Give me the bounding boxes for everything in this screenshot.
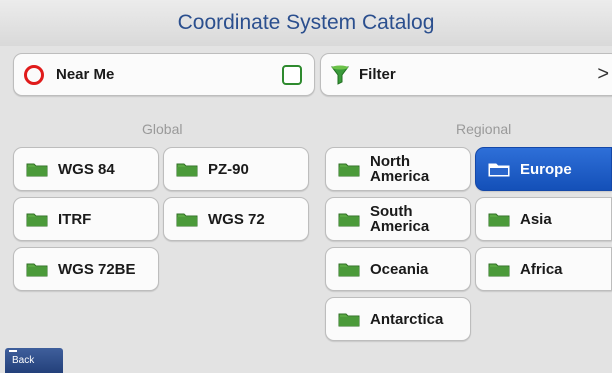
folder-icon bbox=[26, 163, 48, 177]
location-ring-icon bbox=[24, 64, 44, 85]
folder-icon bbox=[338, 313, 360, 327]
catalog-item-label: Antarctica bbox=[370, 310, 444, 328]
filter-funnel-icon bbox=[331, 65, 349, 85]
catalog-item-label: Oceania bbox=[370, 260, 429, 278]
near-me-button[interactable]: Near Me bbox=[13, 53, 315, 96]
back-label: Back bbox=[12, 355, 35, 366]
filter-button[interactable]: Filter > bbox=[320, 53, 612, 96]
catalog-item-label: Asia bbox=[520, 210, 552, 228]
catalog-item-africa[interactable]: Africa bbox=[475, 247, 612, 291]
catalog-item-pz90[interactable]: PZ-90 bbox=[163, 147, 309, 191]
chevron-right-icon: > bbox=[597, 63, 609, 85]
folder-icon bbox=[488, 263, 510, 277]
catalog-item-itrf[interactable]: ITRF bbox=[13, 197, 159, 241]
catalog-item-north-america[interactable]: North America bbox=[325, 147, 471, 191]
catalog-item-label: ITRF bbox=[58, 210, 92, 228]
folder-icon bbox=[488, 163, 510, 177]
catalog-item-wgs72[interactable]: WGS 72 bbox=[163, 197, 309, 241]
catalog-item-asia[interactable]: Asia bbox=[475, 197, 612, 241]
back-button[interactable]: Back bbox=[5, 348, 63, 373]
catalog-item-wgs84[interactable]: WGS 84 bbox=[13, 147, 159, 191]
catalog-item-label: PZ-90 bbox=[208, 160, 249, 178]
catalog-item-label: WGS 72 bbox=[208, 210, 265, 228]
catalog-item-label: South America bbox=[370, 203, 430, 235]
folder-icon bbox=[26, 213, 48, 227]
folder-icon bbox=[338, 163, 360, 177]
catalog-item-antarctica[interactable]: Antarctica bbox=[325, 297, 471, 341]
catalog-item-oceania[interactable]: Oceania bbox=[325, 247, 471, 291]
folder-icon bbox=[26, 263, 48, 277]
catalog-item-label: WGS 84 bbox=[58, 160, 115, 178]
catalog-item-europe[interactable]: Europe bbox=[475, 147, 612, 191]
page-title: Coordinate System Catalog bbox=[177, 11, 435, 34]
folder-icon bbox=[488, 213, 510, 227]
folder-icon bbox=[176, 163, 198, 177]
catalog-item-label: Africa bbox=[520, 260, 563, 278]
near-me-label: Near Me bbox=[56, 66, 115, 83]
catalog-item-label: WGS 72BE bbox=[58, 260, 136, 278]
folder-icon bbox=[338, 263, 360, 277]
catalog-item-south-america[interactable]: South America bbox=[325, 197, 471, 241]
regional-section-label: Regional bbox=[456, 121, 512, 137]
catalog-item-label: North America bbox=[370, 153, 430, 185]
near-me-checkbox[interactable] bbox=[282, 65, 302, 85]
folder-icon bbox=[338, 213, 360, 227]
catalog-item-wgs72be[interactable]: WGS 72BE bbox=[13, 247, 159, 291]
title-bar: Coordinate System Catalog bbox=[0, 0, 612, 46]
global-section-label: Global bbox=[142, 121, 183, 137]
filter-label: Filter bbox=[359, 66, 396, 83]
catalog-item-label: Europe bbox=[520, 160, 572, 178]
folder-icon bbox=[176, 213, 198, 227]
